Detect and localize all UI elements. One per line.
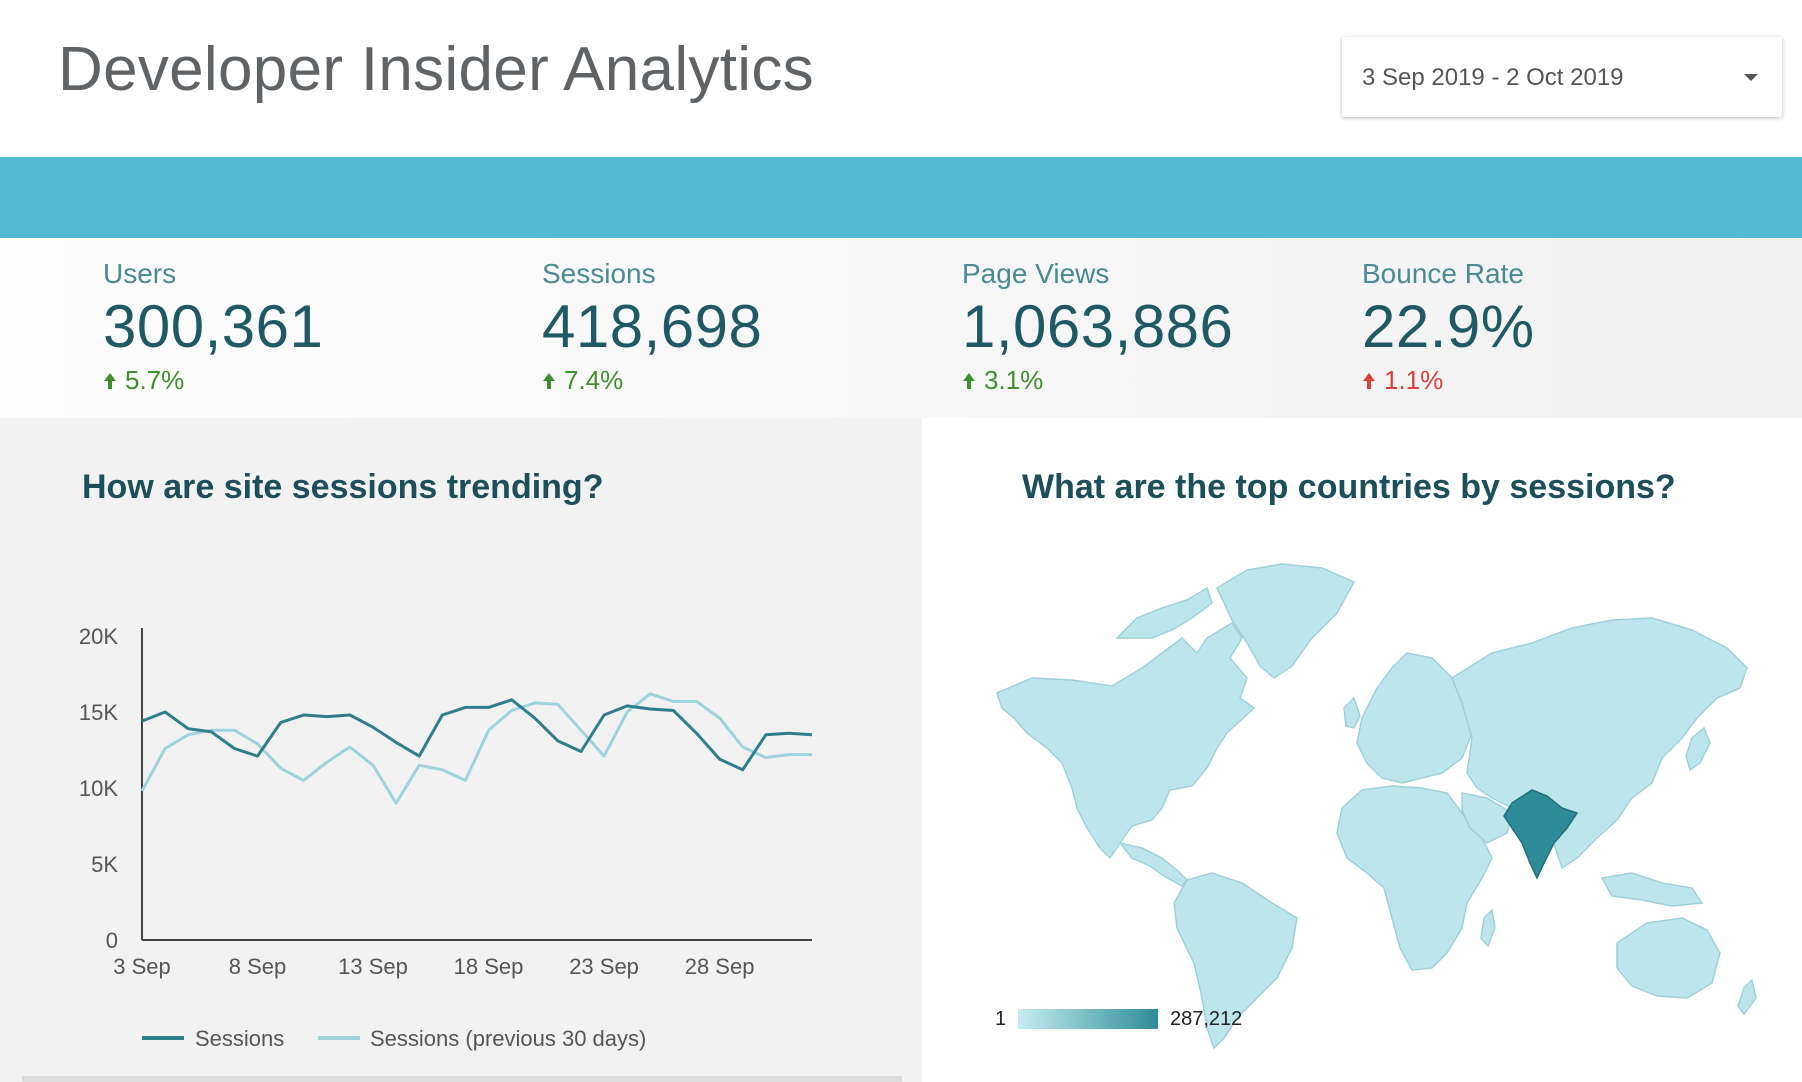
map-japan[interactable] [1685,726,1711,772]
kpi-change: 1.1% [1362,365,1535,396]
y-tick-label: 15K [79,700,118,725]
arrow-up-icon [1363,372,1375,389]
arrow-up-icon [543,372,555,389]
kpi-value: 418,698 [542,293,763,360]
legend-label: Sessions [195,1026,284,1051]
x-tick-label: 23 Sep [569,954,639,979]
scrollbar-track[interactable] [22,1076,902,1082]
kpi-change-value: 5.7% [125,365,185,395]
map-color-scale [1018,1009,1158,1029]
map-madagascar[interactable] [1480,908,1496,948]
y-tick-label: 20K [79,624,118,649]
kpi-sessions: Sessions 418,698 7.4% [542,258,762,396]
header-band [0,157,1802,238]
map-panel-title: What are the top countries by sessions? [1022,468,1676,506]
kpi-users: Users 300,361 5.7% [103,258,323,396]
map-central-america[interactable] [1118,841,1189,887]
x-tick-label: 3 Sep [113,954,171,979]
kpi-label: Users [103,258,177,289]
chevron-down-icon [1744,74,1758,81]
world-map[interactable] [992,558,1762,1058]
map-uk[interactable] [1343,696,1361,729]
kpi-bounce-rate: Bounce Rate 22.9% 1.1% [1362,258,1535,396]
map-north-america[interactable] [996,621,1256,860]
map-legend-min: 1 [995,1008,1007,1030]
kpi-label: Bounce Rate [1362,258,1524,289]
x-tick-label: 18 Sep [454,954,524,979]
kpi-page-views: Page Views 1,063,886 3.1% [962,258,1233,396]
kpi-change-value: 1.1% [1384,365,1444,395]
kpi-change-value: 7.4% [564,365,624,395]
x-tick-label: 8 Sep [229,954,287,979]
kpi-scorecards: Users 300,361 5.7% Sessions 418,698 7.4%… [0,238,1802,418]
map-arctic-islands[interactable] [1115,586,1213,639]
arrow-up-icon [963,372,975,389]
map-australia[interactable] [1616,917,1721,999]
date-range-picker[interactable]: 3 Sep 2019 - 2 Oct 2019 [1342,37,1782,117]
page-title: Developer Insider Analytics [58,35,814,104]
kpi-change: 5.7% [103,365,323,396]
kpi-value: 300,361 [103,293,324,360]
map-legend-max: 287,212 [1170,1008,1243,1030]
kpi-value: 22.9% [1362,293,1535,360]
y-tick-label: 10K [79,776,118,801]
kpi-change: 3.1% [962,365,1233,396]
map-greenland[interactable] [1216,563,1356,679]
arrow-up-icon [104,372,116,389]
y-tick-label: 0 [106,928,118,953]
sessions-line-chart[interactable]: 0 5K 10K 15K 20K 3 Sep 8 Sep 13 Sep 18 Sep 23 Sep… [0,468,922,1082]
map-europe[interactable] [1356,652,1473,784]
x-tick-label: 28 Sep [685,954,755,979]
x-tick-label: 13 Sep [338,954,408,979]
kpi-label: Page Views [962,258,1110,289]
kpi-change-value: 3.1% [984,365,1044,395]
legend-label: Sessions (previous 30 days) [370,1026,646,1051]
kpi-change: 7.4% [542,365,762,396]
map-new-zealand[interactable] [1737,978,1757,1016]
countries-map-panel: What are the top countries by sessions? [922,418,1802,1082]
header: Developer Insider Analytics 3 Sep 2019 -… [0,0,1802,157]
sessions-trend-panel: How are site sessions trending? 0 5K 10K 15… [0,418,922,1082]
map-southeast-asia[interactable] [1600,872,1704,907]
date-range-value: 3 Sep 2019 - 2 Oct 2019 [1362,64,1624,91]
kpi-label: Sessions [542,258,656,289]
y-tick-label: 5K [91,852,118,877]
kpi-value: 1,063,886 [962,293,1234,360]
